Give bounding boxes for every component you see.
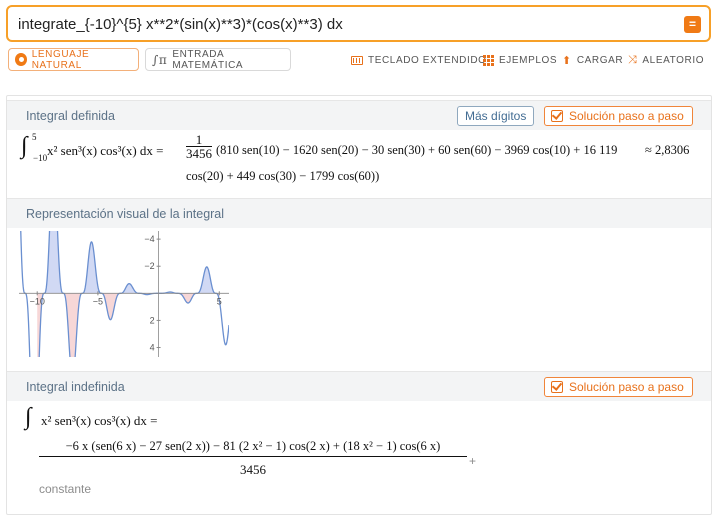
- natural-language-label: LENGUAJE NATURAL: [31, 48, 90, 71]
- plus-sign: +: [469, 454, 477, 468]
- keyboard-icon: [351, 55, 363, 65]
- gear-icon: [15, 53, 27, 66]
- checkbox-icon: [551, 381, 563, 393]
- step-by-step-button[interactable]: Solución paso a paso: [544, 106, 693, 126]
- upload-link[interactable]: ⬆ CARGAR: [562, 53, 623, 67]
- integral-sign: ∫: [21, 133, 28, 159]
- more-digits-button[interactable]: Más dígitos: [457, 106, 535, 126]
- visual-representation-header: Representación visual de la integral: [7, 198, 711, 228]
- upload-icon: ⬆: [562, 54, 572, 67]
- fraction-numerator: 1: [186, 133, 212, 147]
- x-tick-label: 5: [217, 296, 222, 306]
- upload-label: CARGAR: [576, 54, 624, 66]
- y-tick-label: 4: [150, 343, 155, 353]
- definite-integral-header: Integral definida Más dígitos Solución p…: [7, 100, 711, 130]
- random-label: ALEATORIO: [642, 54, 705, 66]
- integral-sign: ∫: [25, 404, 32, 430]
- grid-icon: [483, 54, 494, 66]
- results-panel: Integral definida Más dígitos Solución p…: [6, 95, 712, 515]
- indefinite-integral-header: Integral indefinida Solución paso a paso: [7, 371, 711, 401]
- definite-lhs: x² sen³(x) cos³(x) dx =: [47, 143, 164, 158]
- pod-title: Integral indefinida: [26, 380, 125, 394]
- search-bar: =: [6, 5, 711, 42]
- equals-icon[interactable]: =: [684, 16, 701, 33]
- definite-rhs-line1: (810 sen(10) − 1620 sen(20) − 30 sen(30)…: [216, 143, 618, 157]
- step-by-step-button[interactable]: Solución paso a paso: [544, 377, 693, 397]
- extended-keyboard-link[interactable]: TECLADO EXTENDIDO: [351, 53, 487, 67]
- integration-constant: constante: [39, 482, 92, 496]
- indefinite-lhs: x² sen³(x) cos³(x) dx =: [41, 413, 158, 428]
- examples-link[interactable]: EJEMPLOS: [483, 53, 557, 67]
- approx-value: ≈ 2,8306: [645, 143, 690, 157]
- indefinite-denominator: 3456: [240, 462, 266, 477]
- definite-rhs-line2: cos(20) + 449 cos(30) − 1799 cos(60)): [186, 169, 380, 183]
- natural-language-button[interactable]: LENGUAJE NATURAL: [8, 48, 139, 71]
- definite-integral-result: ∫ 5 −10: [21, 132, 47, 163]
- pod-title: Representación visual de la integral: [26, 207, 225, 221]
- integral-icon: ∫π: [152, 52, 168, 67]
- examples-label: EJEMPLOS: [499, 54, 558, 66]
- math-input-button[interactable]: ∫π ENTRADA MATEMÁTICA: [145, 48, 291, 71]
- search-input[interactable]: [18, 14, 668, 34]
- checkbox-icon: [551, 110, 563, 122]
- pod-title: Integral definida: [26, 109, 115, 123]
- shuffle-icon: ⤨: [628, 53, 638, 66]
- math-input-label: ENTRADA MATEMÁTICA: [172, 48, 244, 71]
- y-tick-label: 2: [150, 315, 155, 325]
- integral-plot: −10 −5 5 4 2 −2 −4: [19, 231, 229, 357]
- random-link[interactable]: ⤨ ALEATORIO: [628, 53, 704, 67]
- x-tick-label: −5: [93, 296, 103, 306]
- definite-fraction: 1 3456: [186, 133, 212, 161]
- extended-keyboard-label: TECLADO EXTENDIDO: [368, 54, 487, 66]
- step-by-step-label: Solución paso a paso: [569, 380, 684, 394]
- step-by-step-label: Solución paso a paso: [569, 109, 684, 123]
- upper-limit: 5: [32, 132, 37, 142]
- fraction-denominator: 3456: [186, 146, 212, 161]
- y-tick-label: −4: [144, 234, 154, 244]
- y-tick-label: −2: [144, 261, 154, 271]
- indefinite-numerator: −6 x (sen(6 x) − 27 sen(2 x)) − 81 (2 x²…: [39, 439, 467, 457]
- x-tick-label: −10: [30, 296, 45, 306]
- lower-limit: −10: [33, 153, 48, 163]
